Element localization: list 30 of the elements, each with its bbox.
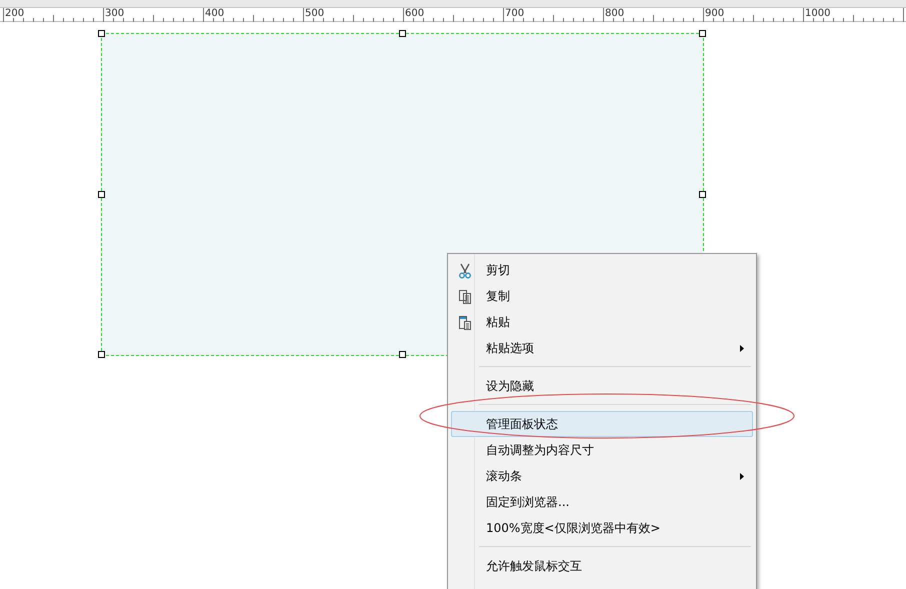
menu-item[interactable]: 管理面板状态 [451, 411, 753, 437]
menu-item[interactable]: 设为隐藏 [451, 373, 753, 399]
ruler-label: 200 [4, 8, 24, 19]
resize-handle[interactable] [398, 351, 406, 358]
resize-handle[interactable] [398, 30, 406, 37]
menu-item[interactable]: 剪切 [451, 257, 753, 283]
menu-item[interactable]: 100%宽度<仅限浏览器中有效> [451, 515, 753, 541]
ruler-label: 900 [704, 8, 724, 19]
menu-item[interactable]: 粘贴 [451, 309, 753, 335]
resize-handle[interactable] [699, 30, 706, 37]
resize-handle[interactable] [98, 351, 105, 358]
copy-icon [457, 289, 473, 305]
menu-item[interactable]: 自动调整为内容尺寸 [451, 437, 753, 463]
ruler-label: 1000 [804, 8, 830, 19]
paste-icon [457, 315, 473, 331]
resize-handle[interactable] [98, 30, 105, 37]
ruler-label: 500 [304, 8, 324, 19]
resize-handle[interactable] [98, 190, 105, 198]
menu-item[interactable]: 粘贴选项 [451, 335, 753, 361]
ruler-label: 400 [204, 8, 224, 19]
menu-item[interactable]: 复制 [451, 283, 753, 309]
menu-item[interactable]: 允许触发鼠标交互 [451, 553, 753, 579]
scissors-icon [457, 263, 473, 279]
menu-item[interactable]: 固定到浏览器... [451, 489, 753, 515]
ruler-label: 600 [404, 8, 424, 19]
ruler-label: 800 [604, 8, 624, 19]
ruler-label: 300 [104, 8, 124, 19]
resize-handle[interactable] [699, 190, 706, 198]
menu-item[interactable]: 滚动条 [451, 463, 753, 489]
ruler-label: 700 [504, 8, 524, 19]
